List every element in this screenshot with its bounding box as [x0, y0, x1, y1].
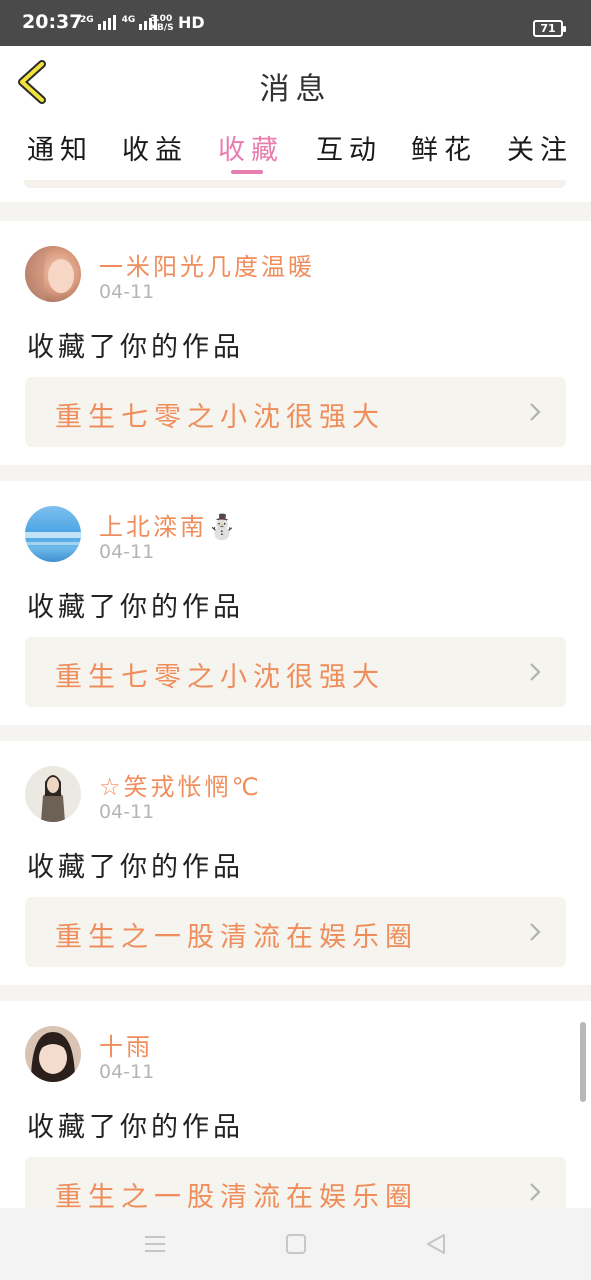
back-triangle-icon[interactable] — [424, 1232, 448, 1256]
timestamp: 04-11 — [99, 541, 155, 563]
timestamp: 04-11 — [99, 281, 155, 303]
scrollbar[interactable] — [580, 1022, 586, 1102]
network-speed: 3.00 KB/S — [150, 14, 174, 33]
work-title: 重生之一股清流在娱乐圈 — [55, 1182, 418, 1208]
home-icon[interactable] — [284, 1232, 308, 1256]
timestamp: 04-11 — [99, 801, 155, 823]
work-link[interactable]: 重生七零之小沈很强大 — [25, 637, 566, 707]
status-bar: 20:37 2G 4G 3.00 KB/S HD 71 — [0, 0, 591, 46]
action-text: 收藏了你的作品 — [27, 332, 244, 363]
status-time: 20:37 — [22, 11, 83, 33]
work-title: 重生七零之小沈很强大 — [55, 662, 385, 693]
user-avatar[interactable] — [25, 246, 81, 302]
battery-level: 71 — [540, 22, 556, 35]
timestamp: 04-11 — [99, 1061, 155, 1083]
tab-flowers[interactable]: 鲜花 — [411, 128, 477, 167]
list-item: ☆笑戎怅惘℃ 04-11 收藏了你的作品 重生之一股清流在娱乐圈 — [0, 741, 591, 985]
signal-icons: 2G 4G — [80, 15, 158, 30]
page-title: 消息 — [259, 72, 332, 107]
work-title: 重生七零之小沈很强大 — [55, 402, 385, 433]
previous-card-remnant — [0, 180, 591, 202]
username[interactable]: 十雨 — [99, 1027, 153, 1062]
tab-notice[interactable]: 通知 — [27, 128, 93, 167]
action-text: 收藏了你的作品 — [27, 592, 244, 623]
work-link[interactable]: 重生七零之小沈很强大 — [25, 377, 566, 447]
battery-icon: 71 — [533, 20, 566, 37]
system-navbar — [0, 1208, 591, 1280]
active-tab-indicator — [231, 170, 263, 174]
work-link[interactable]: 重生之一股清流在娱乐圈 — [25, 1157, 566, 1208]
list-item: 一米阳光几度温暖 04-11 收藏了你的作品 重生七零之小沈很强大 — [0, 221, 591, 465]
action-text: 收藏了你的作品 — [27, 1112, 244, 1143]
user-avatar[interactable] — [25, 766, 81, 822]
username[interactable]: 上北滦南⛄ — [99, 507, 240, 542]
work-link[interactable]: 重生之一股清流在娱乐圈 — [25, 897, 566, 967]
work-title: 重生之一股清流在娱乐圈 — [55, 922, 418, 953]
tab-earnings[interactable]: 收益 — [122, 128, 188, 167]
tab-bar: 通知 收益 收藏 互动 鲜花 关注 — [0, 118, 591, 180]
username[interactable]: ☆笑戎怅惘℃ — [99, 767, 261, 802]
menu-icon[interactable] — [143, 1232, 167, 1256]
tab-interaction[interactable]: 互动 — [316, 128, 382, 167]
app-header: 消息 — [0, 46, 591, 118]
tab-follow[interactable]: 关注 — [507, 128, 573, 167]
chevron-right-icon — [530, 663, 541, 681]
user-avatar[interactable] — [25, 1026, 81, 1082]
tab-favorites[interactable]: 收藏 — [218, 128, 284, 167]
action-text: 收藏了你的作品 — [27, 852, 244, 883]
chevron-right-icon — [530, 1183, 541, 1201]
chevron-right-icon — [530, 923, 541, 941]
hd-indicator: HD — [178, 13, 205, 32]
message-list[interactable]: 一米阳光几度温暖 04-11 收藏了你的作品 重生七零之小沈很强大 上北滦南⛄ … — [0, 180, 591, 1208]
chevron-right-icon — [530, 403, 541, 421]
signal-1-icon: 2G — [80, 15, 116, 30]
list-item: 十雨 04-11 收藏了你的作品 重生之一股清流在娱乐圈 — [0, 1001, 591, 1208]
user-avatar[interactable] — [25, 506, 81, 562]
username[interactable]: 一米阳光几度温暖 — [99, 247, 315, 282]
list-item: 上北滦南⛄ 04-11 收藏了你的作品 重生七零之小沈很强大 — [0, 481, 591, 725]
